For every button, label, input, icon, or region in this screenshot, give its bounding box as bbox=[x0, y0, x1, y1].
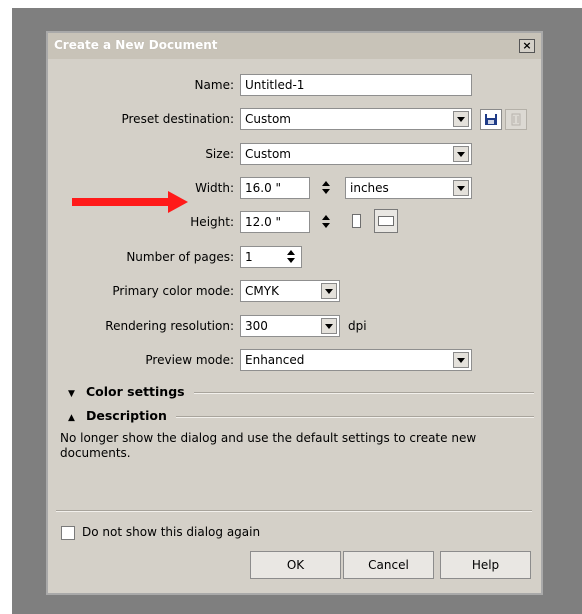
spin-down-icon bbox=[322, 223, 330, 228]
color-mode-value: CMYK bbox=[245, 284, 279, 298]
resolution-label: Rendering resolution: bbox=[105, 319, 234, 333]
section-divider bbox=[194, 392, 534, 394]
delete-preset-button[interactable] bbox=[505, 109, 527, 130]
height-spinner[interactable] bbox=[319, 212, 335, 232]
height-input[interactable]: 12.0 " bbox=[240, 211, 310, 233]
spin-down-icon bbox=[287, 258, 295, 263]
color-mode-select[interactable]: CMYK bbox=[240, 280, 340, 302]
landscape-orientation-button[interactable] bbox=[374, 209, 398, 233]
spin-up-icon bbox=[287, 250, 295, 255]
preset-value: Custom bbox=[245, 112, 291, 126]
dont-show-checkbox[interactable] bbox=[61, 526, 75, 540]
preset-select[interactable]: Custom bbox=[240, 108, 472, 130]
width-spinner[interactable] bbox=[319, 178, 335, 198]
landscape-orientation-icon bbox=[378, 216, 394, 226]
ok-button[interactable]: OK bbox=[250, 551, 341, 579]
create-new-document-dialog: Create a New Document × Name: Untitled-1… bbox=[46, 31, 543, 595]
description-heading: Description bbox=[86, 408, 167, 423]
description-text: No longer show the dialog and use the de… bbox=[60, 431, 477, 460]
help-button[interactable]: Help bbox=[440, 551, 531, 579]
dialog-title: Create a New Document bbox=[54, 38, 218, 52]
height-label: Height: bbox=[190, 215, 234, 229]
chevron-down-icon bbox=[321, 283, 337, 299]
spin-up-icon bbox=[322, 181, 330, 186]
width-input[interactable]: 16.0 " bbox=[240, 177, 310, 199]
cancel-button[interactable]: Cancel bbox=[343, 551, 434, 579]
chevron-down-icon bbox=[453, 111, 469, 127]
section-divider bbox=[176, 416, 534, 418]
name-label: Name: bbox=[194, 78, 234, 92]
pages-value: 1 bbox=[245, 250, 253, 264]
units-select[interactable]: inches bbox=[345, 177, 472, 199]
dpi-label: dpi bbox=[348, 319, 367, 333]
units-value: inches bbox=[350, 181, 389, 195]
close-icon: × bbox=[522, 39, 532, 52]
description-section-toggle[interactable]: ▲ Description bbox=[68, 408, 167, 423]
chevron-down-icon bbox=[321, 318, 337, 334]
name-input[interactable]: Untitled-1 bbox=[240, 74, 472, 96]
collapse-up-icon: ▲ bbox=[68, 413, 75, 423]
preview-label: Preview mode: bbox=[145, 353, 234, 367]
portrait-orientation-icon[interactable] bbox=[352, 214, 361, 228]
pages-label: Number of pages: bbox=[126, 250, 234, 264]
spin-down-icon bbox=[322, 189, 330, 194]
save-preset-icon bbox=[485, 114, 497, 125]
preview-value: Enhanced bbox=[245, 353, 305, 367]
expand-down-icon: ▼ bbox=[68, 389, 75, 399]
preset-label: Preset destination: bbox=[121, 112, 234, 126]
close-button[interactable]: × bbox=[519, 39, 535, 53]
color-settings-heading: Color settings bbox=[86, 384, 185, 399]
chevron-down-icon bbox=[453, 146, 469, 162]
delete-preset-icon bbox=[511, 113, 521, 126]
red-arrow bbox=[72, 191, 188, 213]
chevron-down-icon bbox=[453, 180, 469, 196]
chevron-down-icon bbox=[453, 352, 469, 368]
color-mode-label: Primary color mode: bbox=[112, 284, 234, 298]
save-preset-button[interactable] bbox=[480, 109, 502, 130]
spin-up-icon bbox=[322, 215, 330, 220]
title-bar[interactable]: Create a New Document × bbox=[48, 33, 541, 59]
preview-select[interactable]: Enhanced bbox=[240, 349, 472, 371]
size-select[interactable]: Custom bbox=[240, 143, 472, 165]
resolution-select[interactable]: 300 bbox=[240, 315, 340, 337]
pages-spinner[interactable] bbox=[284, 247, 300, 267]
color-settings-section-toggle[interactable]: ▼ Color settings bbox=[68, 384, 185, 399]
resolution-value: 300 bbox=[245, 319, 268, 333]
footer-divider bbox=[56, 510, 532, 512]
size-value: Custom bbox=[245, 147, 291, 161]
dont-show-label: Do not show this dialog again bbox=[82, 525, 261, 539]
size-label: Size: bbox=[205, 147, 234, 161]
